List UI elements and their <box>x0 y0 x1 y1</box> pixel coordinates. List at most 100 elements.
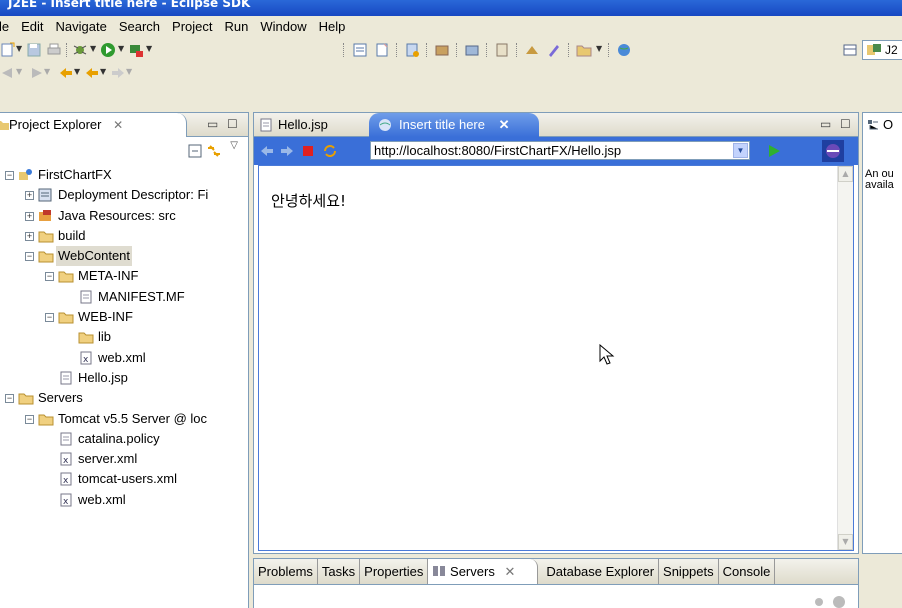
tree-item[interactable]: − META-INF <box>0 266 248 286</box>
debug-server-icon[interactable] <box>812 595 826 608</box>
scroll-up-icon[interactable]: ▲ <box>838 166 853 182</box>
tree-item[interactable]: − WEB-INF <box>0 307 248 327</box>
debug-dropdown-icon[interactable]: ▼ <box>90 44 96 53</box>
browser-stop-icon[interactable] <box>302 145 314 157</box>
tab-outline[interactable]: O <box>863 113 902 137</box>
previous-annotation-icon[interactable] <box>28 65 44 81</box>
menu-file[interactable]: le <box>0 16 15 38</box>
collapse-icon[interactable]: − <box>45 313 54 323</box>
tab-problems[interactable]: Problems <box>254 559 318 584</box>
run-dropdown-icon[interactable]: ▼ <box>118 44 124 53</box>
save-icon[interactable] <box>26 42 42 58</box>
perspective-switcher[interactable]: J2 <box>862 40 902 60</box>
tree-item[interactable]: x tomcat-users.xml <box>0 469 248 489</box>
external-tools-dropdown-icon[interactable]: ▼ <box>146 44 152 53</box>
tree-item[interactable]: + Java Resources: src <box>0 206 248 226</box>
tree-item[interactable]: + build <box>0 226 248 246</box>
close-icon[interactable]: ✕ <box>499 117 510 132</box>
tab-snippets[interactable]: Snippets <box>659 559 719 584</box>
tree-item[interactable]: x server.xml <box>0 449 248 469</box>
maximize-icon[interactable]: ☐ <box>227 117 238 131</box>
expand-icon[interactable]: + <box>25 211 34 221</box>
print-icon[interactable] <box>46 42 62 58</box>
tab-project-explorer[interactable]: Project Explorer ✕ <box>0 113 187 137</box>
collapse-icon[interactable]: − <box>25 414 34 424</box>
collapse-all-icon[interactable] <box>188 144 202 158</box>
tree-item[interactable]: catalina.policy <box>0 429 248 449</box>
debug-icon[interactable] <box>72 42 88 58</box>
run-icon[interactable] <box>100 42 116 58</box>
new-ejb-icon[interactable] <box>434 42 450 58</box>
last-edit-dropdown-icon[interactable]: ▼ <box>74 67 80 76</box>
tab-hello-jsp[interactable]: Hello.jsp <box>254 113 364 137</box>
menu-window[interactable]: Window <box>254 16 312 38</box>
tree-item[interactable]: + Deployment Descriptor: Fi <box>0 185 248 205</box>
menu-project[interactable]: Project <box>166 16 218 38</box>
browser-forward-icon[interactable] <box>280 144 294 158</box>
minimize-icon[interactable]: ▭ <box>820 117 831 131</box>
tree-item[interactable]: x web.xml <box>0 348 248 368</box>
close-icon[interactable]: ✕ <box>504 564 515 579</box>
view-menu-icon[interactable]: ▽ <box>230 140 238 151</box>
chevron-down-icon[interactable]: ▼ <box>733 143 748 158</box>
menu-run[interactable]: Run <box>219 16 255 38</box>
next-annotation-dropdown-icon[interactable]: ▼ <box>16 67 22 76</box>
last-edit-location-icon[interactable] <box>58 65 74 81</box>
forward-icon[interactable] <box>110 65 126 81</box>
expand-icon[interactable]: + <box>25 231 34 241</box>
tab-tasks[interactable]: Tasks <box>318 559 361 584</box>
collapse-icon[interactable]: − <box>5 171 14 180</box>
tree-item[interactable]: x web.xml <box>0 490 248 510</box>
tab-database-explorer[interactable]: Database Explorer <box>538 559 660 584</box>
new-file-icon[interactable] <box>374 42 390 58</box>
expand-icon[interactable]: + <box>25 191 34 201</box>
vertical-scrollbar[interactable]: ▲ ▼ <box>837 166 853 550</box>
tree-item[interactable]: − FirstChartFX <box>0 165 248 185</box>
external-tools-icon[interactable] <box>128 42 144 58</box>
new-page-icon[interactable] <box>494 42 510 58</box>
close-icon[interactable]: ✕ <box>113 118 123 132</box>
scroll-down-icon[interactable]: ▼ <box>838 534 853 550</box>
menu-navigate[interactable]: Navigate <box>50 16 113 38</box>
open-perspective-icon[interactable] <box>842 42 858 58</box>
new-dropdown-icon[interactable]: ▼ <box>16 44 22 53</box>
tree-item[interactable]: − Tomcat v5.5 Server @ loc <box>0 409 248 429</box>
tab-console[interactable]: Console <box>719 559 776 584</box>
tree-item[interactable]: MANIFEST.MF <box>0 287 248 307</box>
next-annotation-icon[interactable] <box>0 65 16 81</box>
open-folder-icon[interactable] <box>576 42 592 58</box>
collapse-icon[interactable]: − <box>25 252 34 262</box>
tree-item[interactable]: − WebContent <box>0 246 248 267</box>
open-type-icon[interactable] <box>524 42 540 58</box>
new-icon[interactable] <box>0 42 16 58</box>
globe-icon[interactable] <box>616 42 632 58</box>
collapse-icon[interactable]: − <box>5 394 14 404</box>
menu-search[interactable]: Search <box>113 16 166 38</box>
browser-back-icon[interactable] <box>260 144 274 158</box>
collapse-icon[interactable]: − <box>45 272 54 282</box>
forward-dropdown-icon[interactable]: ▼ <box>126 67 132 76</box>
browser-refresh-icon[interactable] <box>322 143 338 159</box>
tree-item[interactable]: lib <box>0 327 248 347</box>
tree-item[interactable]: − Servers <box>0 388 248 408</box>
start-server-icon[interactable] <box>832 595 846 608</box>
tab-properties[interactable]: Properties <box>360 559 429 584</box>
maximize-icon[interactable]: ☐ <box>840 117 851 131</box>
tab-servers[interactable]: Servers ✕ <box>428 559 539 584</box>
go-icon[interactable] <box>766 143 782 159</box>
new-wizard-icon[interactable] <box>352 42 368 58</box>
back-dropdown-icon[interactable]: ▼ <box>100 67 106 76</box>
minimize-icon[interactable]: ▭ <box>207 117 218 131</box>
menu-edit[interactable]: Edit <box>15 16 49 38</box>
link-with-editor-icon[interactable] <box>206 144 222 158</box>
new-server-icon[interactable] <box>404 42 420 58</box>
pencil-icon[interactable] <box>546 42 562 58</box>
back-icon[interactable] <box>84 65 100 81</box>
previous-annotation-dropdown-icon[interactable]: ▼ <box>44 67 50 76</box>
tree-item[interactable]: Hello.jsp <box>0 368 248 388</box>
url-field[interactable]: http://localhost:8080/FirstChartFX/Hello… <box>370 141 750 160</box>
new-web-service-icon[interactable] <box>464 42 480 58</box>
menu-help[interactable]: Help <box>313 16 352 38</box>
tab-insert-title-here[interactable]: Insert title here ✕ <box>369 113 539 137</box>
open-folder-dropdown-icon[interactable]: ▼ <box>596 44 602 53</box>
